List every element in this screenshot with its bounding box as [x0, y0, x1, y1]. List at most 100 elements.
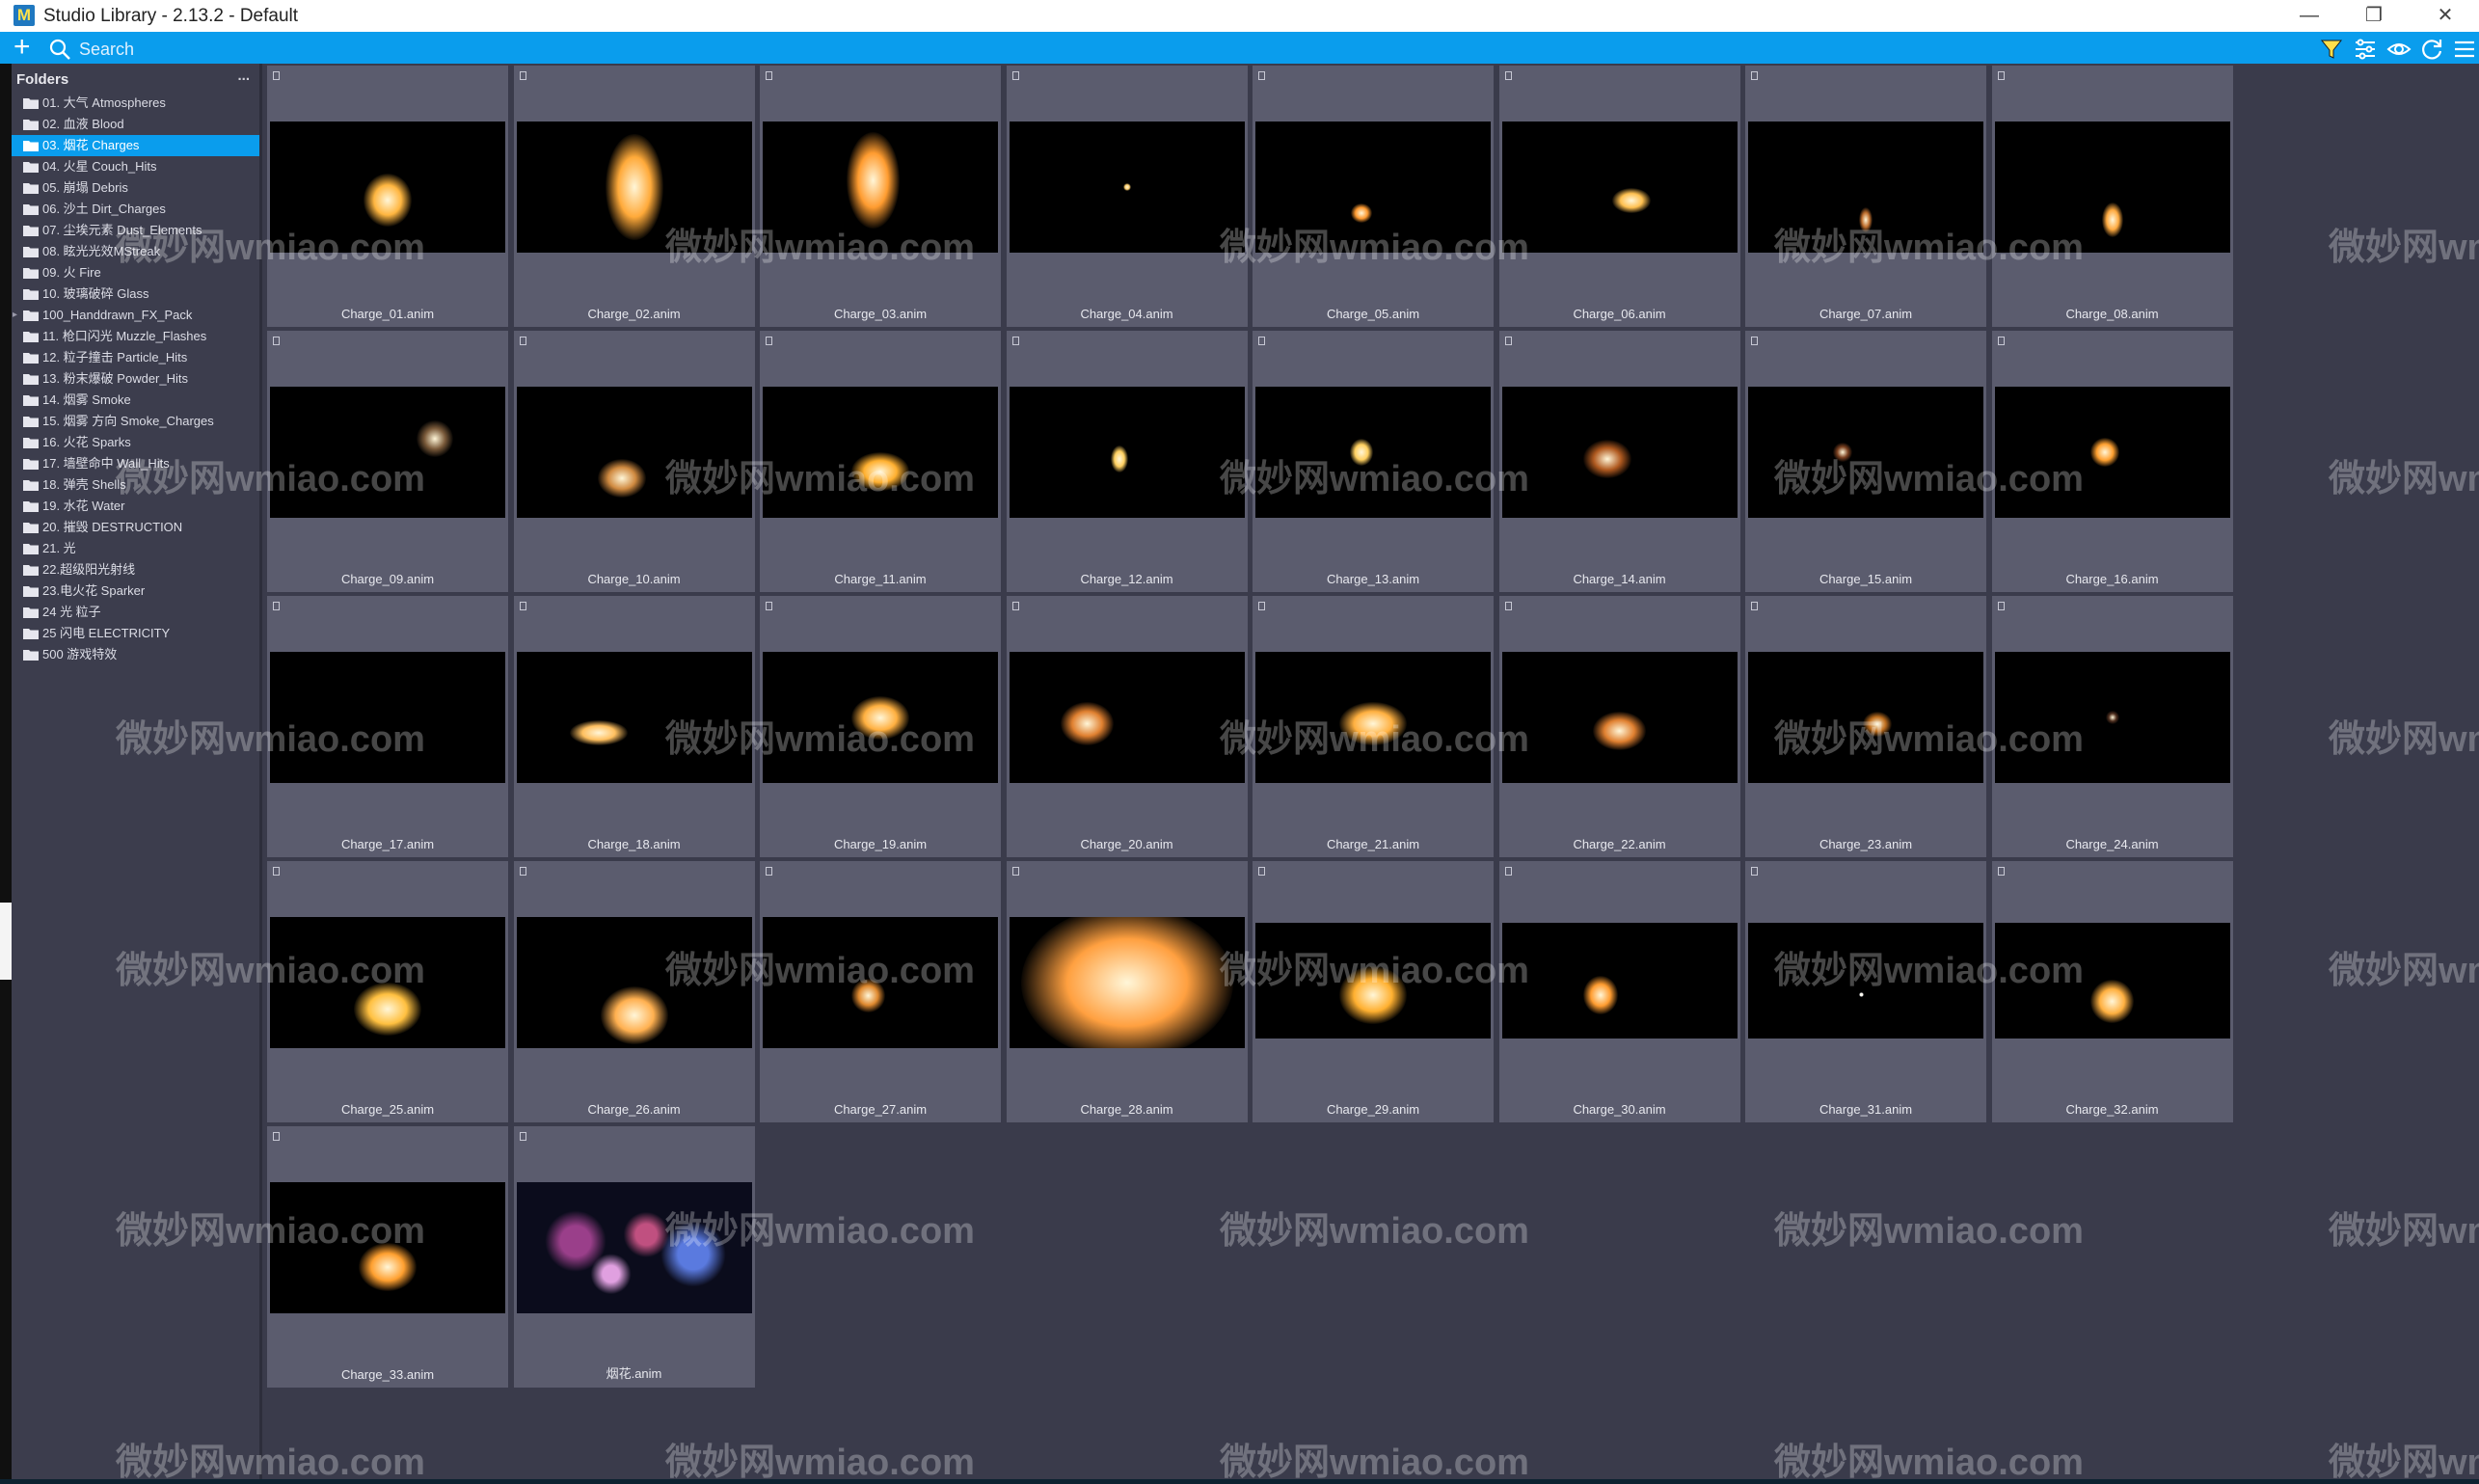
folder-item[interactable]: 25 闪电 ELECTRICITY [12, 623, 259, 644]
folder-item[interactable]: 05. 崩塌 Debris [12, 177, 259, 199]
folder-item[interactable]: 19. 水花 Water [12, 496, 259, 517]
item-select-checkbox-icon[interactable] [273, 602, 280, 610]
item-select-checkbox-icon[interactable] [519, 602, 526, 610]
filter-icon[interactable] [2319, 37, 2344, 62]
animation-item-tile[interactable]: Charge_21.anim [1253, 596, 1494, 857]
folder-item[interactable]: 12. 粒子撞击 Particle_Hits [12, 347, 259, 368]
folder-item[interactable]: 02. 血液 Blood [12, 114, 259, 135]
item-select-checkbox-icon[interactable] [1997, 602, 2005, 610]
folder-item[interactable]: 13. 粉末爆破 Powder_Hits [12, 368, 259, 390]
item-select-checkbox-icon[interactable] [1504, 337, 1512, 345]
animation-item-tile[interactable]: Charge_10.anim [513, 331, 755, 592]
item-select-checkbox-icon[interactable] [1997, 867, 2005, 876]
item-select-checkbox-icon[interactable] [273, 1132, 280, 1141]
folder-item[interactable]: 07. 尘埃元素 Dust_Elements [12, 220, 259, 241]
expand-arrow-icon[interactable]: ▸ [13, 305, 17, 326]
folder-item[interactable]: 03. 烟花 Charges [12, 135, 259, 156]
animation-item-tile[interactable]: Charge_03.anim [760, 66, 1001, 327]
item-select-checkbox-icon[interactable] [1011, 867, 1019, 876]
animation-item-tile[interactable]: Charge_04.anim [1006, 66, 1248, 327]
animation-item-tile[interactable]: Charge_32.anim [1991, 861, 2233, 1122]
sliders-icon[interactable] [2353, 37, 2378, 62]
item-select-checkbox-icon[interactable] [519, 867, 526, 876]
folder-item[interactable]: 16. 火花 Sparks [12, 432, 259, 453]
animation-item-tile[interactable]: Charge_01.anim [267, 66, 508, 327]
folder-item[interactable]: 11. 枪口闪光 Muzzle_Flashes [12, 326, 259, 347]
animation-item-tile[interactable]: 烟花.anim [513, 1126, 755, 1388]
item-select-checkbox-icon[interactable] [519, 337, 526, 345]
item-select-checkbox-icon[interactable] [273, 867, 280, 876]
animation-item-tile[interactable]: Charge_25.anim [267, 861, 508, 1122]
animation-item-tile[interactable]: Charge_09.anim [267, 331, 508, 592]
folder-item[interactable]: 06. 沙土 Dirt_Charges [12, 199, 259, 220]
item-select-checkbox-icon[interactable] [1751, 337, 1758, 345]
folder-item[interactable]: 10. 玻璃破碎 Glass [12, 283, 259, 305]
folder-item[interactable]: 14. 烟雾 Smoke [12, 390, 259, 411]
item-select-checkbox-icon[interactable] [1504, 867, 1512, 876]
folder-item[interactable]: 21. 光 [12, 538, 259, 559]
animation-item-tile[interactable]: Charge_19.anim [760, 596, 1001, 857]
folder-item[interactable]: 24 光 粒子 [12, 602, 259, 623]
eye-icon[interactable] [2386, 37, 2412, 62]
animation-item-tile[interactable]: Charge_05.anim [1253, 66, 1494, 327]
folder-item[interactable]: 500 游戏特效 [12, 644, 259, 665]
animation-item-tile[interactable]: Charge_12.anim [1006, 331, 1248, 592]
item-select-checkbox-icon[interactable] [1011, 337, 1019, 345]
item-select-checkbox-icon[interactable] [766, 71, 772, 80]
search-input[interactable] [77, 37, 660, 62]
close-button[interactable]: ✕ [2416, 0, 2474, 32]
animation-item-tile[interactable]: Charge_20.anim [1006, 596, 1248, 857]
add-icon[interactable]: + [13, 33, 31, 62]
item-select-checkbox-icon[interactable] [1751, 867, 1758, 876]
item-select-checkbox-icon[interactable] [766, 337, 772, 345]
animation-item-tile[interactable]: Charge_07.anim [1745, 66, 1986, 327]
folder-item[interactable]: ▸ 100_Handdrawn_FX_Pack [12, 305, 259, 326]
animation-item-tile[interactable]: Charge_13.anim [1253, 331, 1494, 592]
item-select-checkbox-icon[interactable] [1751, 71, 1758, 80]
minimize-button[interactable]: — [2280, 0, 2338, 32]
folder-item[interactable]: 23.电火花 Sparker [12, 580, 259, 602]
animation-item-tile[interactable]: Charge_18.anim [513, 596, 755, 857]
animation-item-tile[interactable]: Charge_17.anim [267, 596, 508, 857]
animation-item-tile[interactable]: Charge_16.anim [1991, 331, 2233, 592]
item-select-checkbox-icon[interactable] [1258, 337, 1265, 345]
item-select-checkbox-icon[interactable] [273, 337, 280, 345]
item-select-checkbox-icon[interactable] [1751, 602, 1758, 610]
folder-item[interactable]: 01. 大气 Atmospheres [12, 93, 259, 114]
animation-item-tile[interactable]: Charge_22.anim [1498, 596, 1740, 857]
animation-item-tile[interactable]: Charge_29.anim [1253, 861, 1494, 1122]
item-select-checkbox-icon[interactable] [519, 1132, 526, 1141]
folder-item[interactable]: 17. 墙壁命中 Wall_Hits [12, 453, 259, 474]
animation-item-tile[interactable]: Charge_06.anim [1498, 66, 1740, 327]
animation-item-tile[interactable]: Charge_15.anim [1745, 331, 1986, 592]
item-select-checkbox-icon[interactable] [1011, 602, 1019, 610]
item-select-checkbox-icon[interactable] [1504, 71, 1512, 80]
animation-item-tile[interactable]: Charge_33.anim [267, 1126, 508, 1388]
folder-item[interactable]: 04. 火星 Couch_Hits [12, 156, 259, 177]
animation-item-tile[interactable]: Charge_31.anim [1745, 861, 1986, 1122]
animation-item-tile[interactable]: Charge_26.anim [513, 861, 755, 1122]
folder-item[interactable]: 20. 摧毁 DESTRUCTION [12, 517, 259, 538]
search-icon[interactable] [48, 38, 71, 61]
animation-item-tile[interactable]: Charge_28.anim [1006, 861, 1248, 1122]
animation-item-tile[interactable]: Charge_08.anim [1991, 66, 2233, 327]
item-select-checkbox-icon[interactable] [1504, 602, 1512, 610]
folder-item[interactable]: 15. 烟雾 方向 Smoke_Charges [12, 411, 259, 432]
animation-item-tile[interactable]: Charge_24.anim [1991, 596, 2233, 857]
item-select-checkbox-icon[interactable] [1997, 337, 2005, 345]
item-select-checkbox-icon[interactable] [273, 71, 280, 80]
item-select-checkbox-icon[interactable] [766, 867, 772, 876]
item-select-checkbox-icon[interactable] [1997, 71, 2005, 80]
animation-item-tile[interactable]: Charge_23.anim [1745, 596, 1986, 857]
folder-item[interactable]: 18. 弹壳 Shells [12, 474, 259, 496]
item-select-checkbox-icon[interactable] [1258, 71, 1265, 80]
menu-icon[interactable] [2452, 37, 2477, 62]
folders-options-button[interactable]: ... [237, 67, 250, 84]
folder-item[interactable]: 22.超级阳光射线 [12, 559, 259, 580]
item-select-checkbox-icon[interactable] [1258, 602, 1265, 610]
refresh-icon[interactable] [2419, 37, 2444, 62]
animation-item-tile[interactable]: Charge_02.anim [513, 66, 755, 327]
animation-item-tile[interactable]: Charge_11.anim [760, 331, 1001, 592]
animation-item-tile[interactable]: Charge_27.anim [760, 861, 1001, 1122]
folder-item[interactable]: 09. 火 Fire [12, 262, 259, 283]
